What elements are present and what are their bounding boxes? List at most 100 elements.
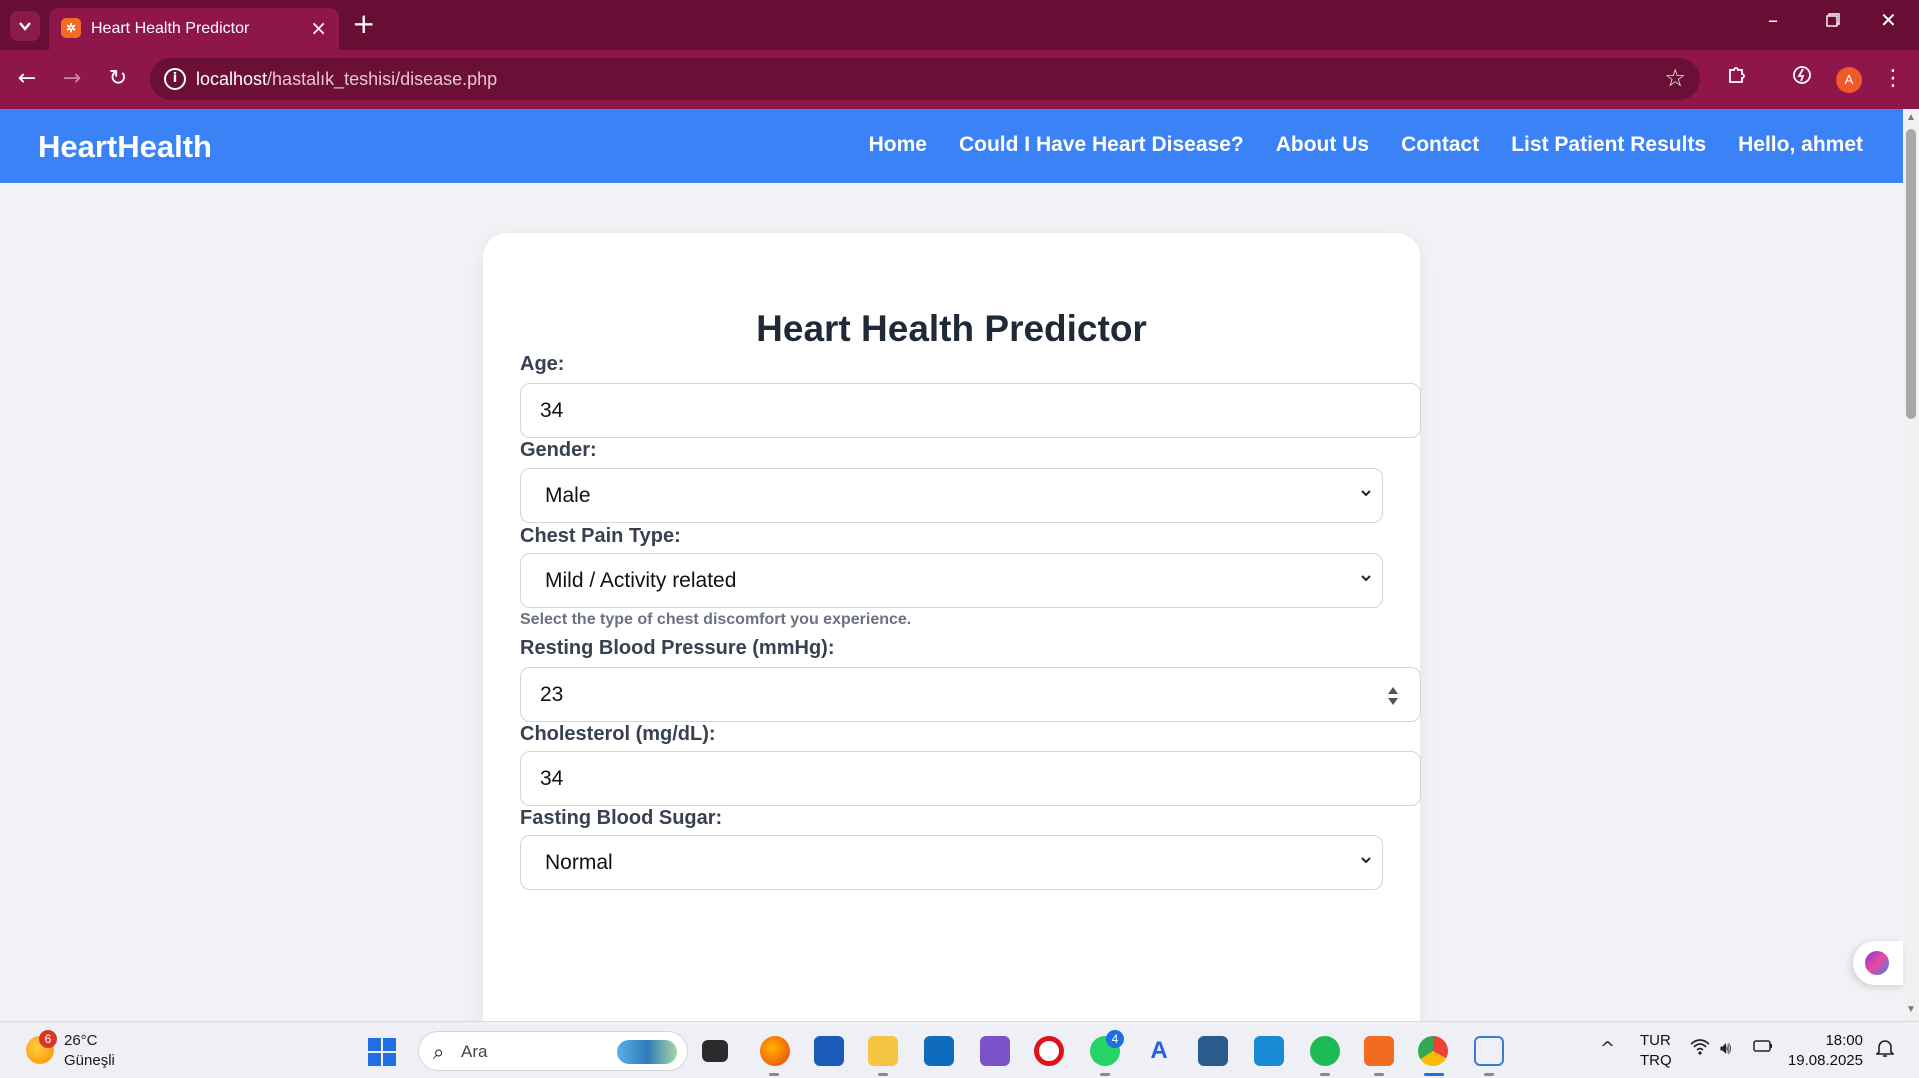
extensions-puzzle-icon[interactable] — [1722, 64, 1752, 95]
nav-links: Home Could I Have Heart Disease? About U… — [869, 133, 1863, 157]
outlook-icon[interactable] — [924, 1036, 954, 1066]
browser-toolbar: ← → ↻ i localhost/hastalık_teshisi/disea… — [0, 50, 1919, 109]
chevron-down-icon — [19, 22, 31, 31]
page-viewport: HeartHealth Home Could I Have Heart Dise… — [0, 109, 1903, 1021]
site-info-icon[interactable]: i — [164, 68, 186, 90]
fasting-sugar-label: Fasting Blood Sugar: — [520, 807, 723, 829]
tab-search-button[interactable] — [10, 11, 40, 41]
minimize-icon[interactable]: – — [1768, 8, 1778, 32]
nav-link-about-us[interactable]: About Us — [1276, 133, 1369, 157]
wifi-icon[interactable] — [1690, 1038, 1710, 1061]
weather-description[interactable]: Güneşli — [64, 1052, 115, 1069]
forward-arrow-icon[interactable]: → — [57, 64, 87, 94]
tab-title: Heart Health Predictor — [91, 20, 250, 37]
resting-bp-label: Resting Blood Pressure (mmHg): — [520, 637, 835, 659]
running-indicator — [1484, 1073, 1494, 1076]
xampp-favicon-icon: ✲ — [61, 18, 81, 38]
windows-taskbar: 6 26°C Güneşli ⌕ Ara 4 A ^ TUR TRQ 🔊︎ 18… — [0, 1021, 1919, 1078]
performance-icon[interactable] — [1787, 64, 1817, 95]
cholesterol-label: Cholesterol (mg/dL): — [520, 723, 716, 745]
weather-notification-badge: 6 — [39, 1030, 57, 1048]
address-bar[interactable]: i localhost/hastalık_teshisi/disease.php… — [150, 58, 1700, 100]
cholesterol-input[interactable]: 34 — [520, 751, 1421, 806]
scroll-down-arrow-icon[interactable]: ▼ — [1906, 1005, 1916, 1015]
gender-label: Gender: — [520, 439, 597, 461]
gender-selected-value: Male — [545, 484, 591, 507]
gender-select[interactable]: Male — [520, 468, 1383, 523]
taskbar-search-placeholder: Ara — [461, 1042, 488, 1061]
url-path: /hastalık_teshisi/disease.php — [267, 69, 498, 89]
close-window-icon[interactable]: ✕ — [1880, 8, 1897, 32]
nav-link-user-greeting[interactable]: Hello, ahmet — [1738, 133, 1863, 157]
snipping-tool-icon[interactable] — [1474, 1036, 1504, 1066]
translate-a-icon[interactable]: A — [1144, 1036, 1174, 1066]
chevron-up-icon[interactable]: ^ — [1600, 1038, 1615, 1059]
age-input[interactable]: 34 — [520, 383, 1421, 438]
site-navbar: HeartHealth Home Could I Have Heart Dise… — [0, 109, 1903, 183]
new-tab-plus-icon[interactable]: + — [352, 8, 375, 40]
running-indicator — [769, 1073, 779, 1076]
nav-link-heart-disease-check[interactable]: Could I Have Heart Disease? — [959, 133, 1244, 157]
tab-close-icon[interactable]: × — [310, 16, 327, 40]
predictor-form-card: Heart Health Predictor Age: 34 Gender: M… — [483, 233, 1421, 1021]
fasting-sugar-selected-value: Normal — [545, 851, 613, 874]
vscode-icon[interactable] — [1254, 1036, 1284, 1066]
scroll-up-arrow-icon[interactable]: ▲ — [1906, 113, 1916, 123]
reload-icon[interactable]: ↻ — [103, 64, 133, 94]
age-label: Age: — [520, 353, 565, 375]
restore-icon[interactable] — [1826, 8, 1840, 32]
chevron-down-icon — [1361, 575, 1371, 582]
battery-icon[interactable] — [1752, 1038, 1774, 1059]
clock-date[interactable]: 19.08.2025 — [1778, 1052, 1863, 1069]
whatsapp-badge: 4 — [1106, 1030, 1124, 1048]
brain-icon — [1865, 951, 1889, 975]
more-menu-icon[interactable]: ⋮ — [1878, 64, 1908, 94]
url-host: localhost — [196, 69, 268, 89]
number-spinner-icon[interactable] — [1386, 684, 1400, 708]
keyboard-layout[interactable]: TRQ — [1640, 1052, 1672, 1069]
scrollbar-thumb[interactable] — [1906, 129, 1916, 419]
form-title: Heart Health Predictor — [756, 308, 1147, 349]
taskbar-search-box[interactable]: ⌕ Ara — [418, 1031, 688, 1071]
chest-pain-help-text: Select the type of chest discomfort you … — [520, 611, 912, 628]
opera-icon[interactable] — [1034, 1036, 1064, 1066]
site-brand-logo[interactable]: HeartHealth — [38, 129, 212, 165]
nav-link-contact[interactable]: Contact — [1401, 133, 1479, 157]
floating-assistant-button[interactable] — [1853, 941, 1903, 985]
chrome-icon[interactable] — [1418, 1036, 1448, 1066]
clock-time[interactable]: 18:00 — [1793, 1032, 1863, 1049]
file-explorer-icon[interactable] — [868, 1036, 898, 1066]
xampp-icon[interactable] — [1364, 1036, 1394, 1066]
notification-bell-icon[interactable] — [1875, 1038, 1895, 1063]
firefox-icon[interactable] — [760, 1036, 790, 1066]
microsoft-store-icon[interactable] — [814, 1036, 844, 1066]
virtualbox-cube-icon[interactable] — [1198, 1036, 1228, 1066]
running-indicator — [1100, 1073, 1110, 1076]
nav-link-list-patient-results[interactable]: List Patient Results — [1511, 133, 1706, 157]
running-indicator — [1374, 1073, 1384, 1076]
profile-avatar[interactable]: A — [1836, 67, 1862, 93]
chevron-down-icon — [1361, 490, 1371, 497]
spotify-icon[interactable] — [1310, 1036, 1340, 1066]
active-app-indicator — [1424, 1073, 1444, 1076]
visual-studio-icon[interactable] — [980, 1036, 1010, 1066]
page-scrollbar[interactable]: ▲ ▼ — [1903, 109, 1919, 1021]
active-tab[interactable]: ✲ Heart Health Predictor × — [49, 8, 339, 50]
fasting-sugar-select[interactable]: Normal — [520, 835, 1383, 890]
chevron-down-icon — [1361, 857, 1371, 864]
url-text[interactable]: localhost/hastalık_teshisi/disease.php — [196, 69, 497, 90]
resting-bp-value: 23 — [540, 683, 564, 706]
input-language[interactable]: TUR — [1640, 1032, 1671, 1049]
speaker-icon[interactable]: 🔊︎ — [1720, 1038, 1731, 1059]
nav-link-home[interactable]: Home — [869, 133, 927, 157]
running-indicator — [878, 1073, 888, 1076]
resting-bp-input[interactable]: 23 — [520, 667, 1421, 722]
bookmark-star-icon[interactable]: ☆ — [1664, 64, 1686, 92]
search-highlight-image — [617, 1040, 677, 1064]
back-arrow-icon[interactable]: ← — [12, 64, 42, 94]
chest-pain-label: Chest Pain Type: — [520, 525, 681, 547]
chest-pain-select[interactable]: Mild / Activity related — [520, 553, 1383, 608]
weather-temperature[interactable]: 26°C — [64, 1032, 98, 1049]
windows-start-icon[interactable] — [368, 1038, 396, 1066]
task-view-icon[interactable] — [702, 1040, 728, 1062]
